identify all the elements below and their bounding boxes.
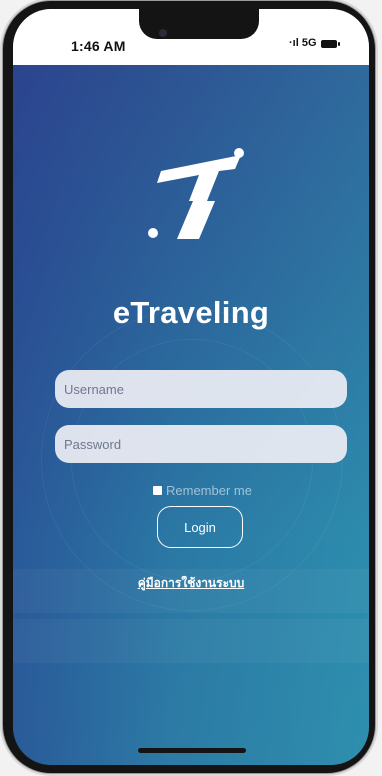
home-indicator — [138, 748, 246, 753]
etraveling-logo-icon — [148, 148, 244, 239]
camera-icon — [159, 29, 167, 37]
background-band — [13, 619, 369, 663]
status-time: 1:46 AM — [71, 38, 126, 54]
password-input[interactable] — [55, 425, 347, 463]
phone-frame: 1:46 AM ·ıl 5G eTraveling Remember me Lo… — [3, 1, 375, 773]
notch — [139, 9, 259, 39]
user-manual-link[interactable]: คู่มือการใช้งานระบบ — [13, 574, 369, 593]
username-input[interactable] — [55, 370, 347, 408]
signal-icon: ·ıl 5G — [289, 37, 317, 49]
remember-me[interactable]: Remember me — [153, 483, 252, 498]
phone-screen: 1:46 AM ·ıl 5G eTraveling Remember me Lo… — [13, 9, 369, 765]
remember-me-label: Remember me — [166, 483, 252, 498]
battery-icon — [321, 40, 340, 48]
remember-me-checkbox[interactable] — [153, 486, 162, 495]
login-button[interactable]: Login — [157, 506, 243, 548]
app-title: eTraveling — [112, 295, 270, 330]
